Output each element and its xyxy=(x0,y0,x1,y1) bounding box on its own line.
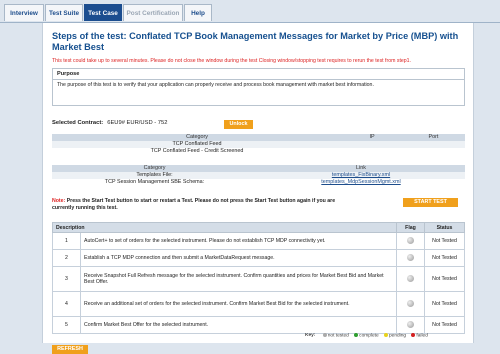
step-row: 1 AutoCert+ to set of orders for the sel… xyxy=(52,232,465,250)
main-panel: Steps of the test: Conflated TCP Book Ma… xyxy=(42,23,474,354)
feeds-header-ip: IP xyxy=(342,134,402,141)
step-row: 4 Receive an additional set of orders fo… xyxy=(52,291,465,317)
complete-dot-icon xyxy=(354,333,359,337)
note-prefix: Note: xyxy=(52,198,66,204)
tab-post-certification: Post Certification xyxy=(123,4,183,21)
steps-header-flag: Flag xyxy=(396,222,425,233)
feeds-table: Category IP Port TCP Conflated Feed TCP … xyxy=(52,134,465,155)
purpose-text: The purpose of this test is to verify th… xyxy=(57,82,374,88)
note-text: Note: Press the Start Test button to sta… xyxy=(52,198,352,211)
steps-header-status: Status xyxy=(424,222,465,233)
sbe-schema-link[interactable]: templates_MdpSessionMgmt.xml xyxy=(321,179,400,185)
step-number: 5 xyxy=(52,316,81,334)
feeds-header-port: Port xyxy=(402,134,465,141)
pending-dot-icon xyxy=(383,333,388,337)
step-status: Not Tested xyxy=(424,291,465,317)
tab-test-suite[interactable]: Test Suite xyxy=(45,4,83,21)
legend-key: Key: xyxy=(305,333,316,339)
tab-interview[interactable]: Interview xyxy=(4,4,44,21)
link-category: TCP Session Management SBE Schema: xyxy=(104,179,205,185)
link-category: Templates File: xyxy=(52,172,257,179)
feed-name: TCP Conflated Feed xyxy=(52,141,342,148)
not-tested-dot-icon xyxy=(322,333,327,337)
step-status: Not Tested xyxy=(424,316,465,334)
flag-icon[interactable] xyxy=(407,320,414,328)
links-table: Category Link Templates File: templates_… xyxy=(52,165,465,186)
step-row: 2 Establish a TCP MDP connection and the… xyxy=(52,249,465,267)
legend-label: failed xyxy=(416,333,428,339)
feeds-header-category: Category xyxy=(52,134,342,141)
templates-file-link[interactable]: templates_FixBinary.xml xyxy=(332,172,390,178)
step-description: Receive Snapshot Full Refresh message fo… xyxy=(80,266,397,292)
step-description: Establish a TCP MDP connection and then … xyxy=(80,249,397,267)
unlock-button[interactable]: Unlock xyxy=(224,120,253,129)
tab-test-case[interactable]: Test Case xyxy=(84,4,122,21)
step-status: Not Tested xyxy=(424,249,465,267)
legend-label: pending xyxy=(388,333,407,339)
step-row: 5 Confirm Market Best Offer for the sele… xyxy=(52,316,465,334)
legend-label: not tested xyxy=(327,333,349,339)
note-body: Press the Start Test button to start or … xyxy=(52,198,336,211)
step-status: Not Tested xyxy=(424,266,465,292)
status-legend: Key: not tested complete pending failed xyxy=(305,333,428,338)
step-number: 4 xyxy=(52,291,81,317)
links-header-category: Category xyxy=(52,165,257,172)
feed-name: TCP Conflated Feed - Credit Screened xyxy=(150,148,244,154)
start-test-button[interactable]: START TEST xyxy=(403,198,458,207)
flag-icon[interactable] xyxy=(407,253,414,261)
purpose-heading: Purpose xyxy=(53,69,464,80)
step-number: 1 xyxy=(52,232,81,250)
step-description: Receive an additional set of orders for … xyxy=(80,291,397,317)
steps-table: Description Flag Status 1 AutoCert+ to s… xyxy=(52,222,465,334)
step-number: 2 xyxy=(52,249,81,267)
flag-icon[interactable] xyxy=(407,236,414,244)
step-row: 3 Receive Snapshot Full Refresh message … xyxy=(52,266,465,292)
step-description: AutoCert+ to set of orders for the selec… xyxy=(80,232,397,250)
step-number: 3 xyxy=(52,266,81,292)
tab-help[interactable]: Help xyxy=(184,4,212,21)
failed-dot-icon xyxy=(411,333,416,337)
links-header-link: Link xyxy=(257,165,465,172)
selected-contract: Selected Contract: 6EU9# EUR/USD - 752 xyxy=(52,120,167,126)
warning-message: This test could take up to several minut… xyxy=(52,58,411,64)
flag-icon[interactable] xyxy=(407,274,414,282)
tab-bar: Interview Test Suite Test Case Post Cert… xyxy=(0,0,500,23)
step-status: Not Tested xyxy=(424,232,465,250)
page-title: Steps of the test: Conflated TCP Book Ma… xyxy=(52,31,459,52)
contract-value: 6EU9# EUR/USD - 752 xyxy=(107,120,168,126)
contract-label: Selected Contract: xyxy=(52,120,104,126)
legend-label: complete xyxy=(359,333,379,339)
step-description: Confirm Market Best Offer for the select… xyxy=(80,316,397,334)
steps-header-description: Description xyxy=(52,222,397,233)
refresh-button[interactable]: REFRESH xyxy=(52,345,88,354)
flag-icon[interactable] xyxy=(407,299,414,307)
purpose-box: Purpose The purpose of this test is to v… xyxy=(52,68,465,106)
